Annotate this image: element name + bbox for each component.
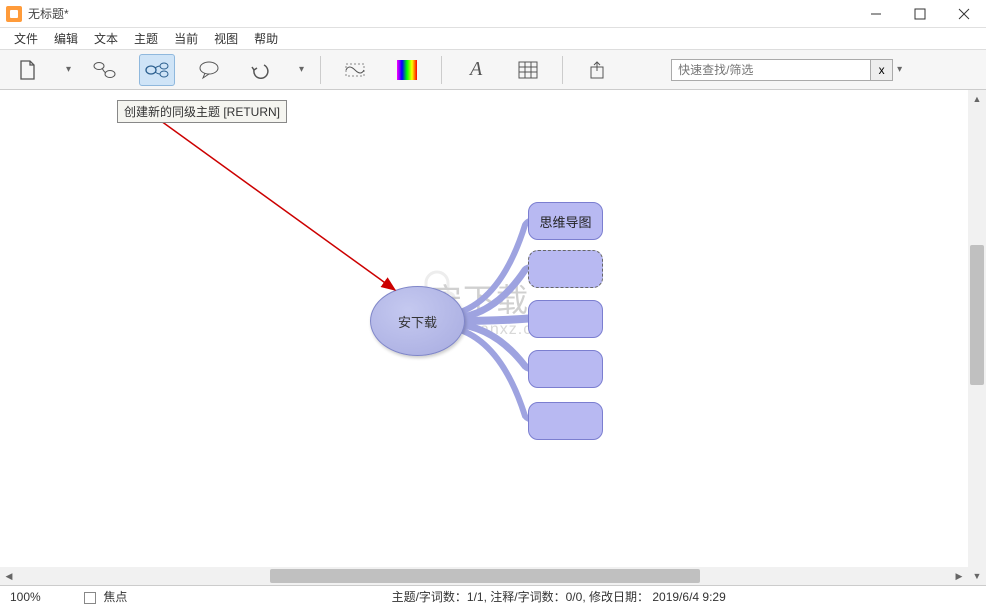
table-button[interactable] (510, 54, 546, 86)
callout-button[interactable] (191, 54, 227, 86)
scroll-up-icon[interactable]: ▲ (968, 90, 986, 108)
scrollbar-thumb[interactable] (270, 569, 700, 583)
scroll-down-icon[interactable]: ▼ (968, 567, 986, 585)
horizontal-scrollbar[interactable]: ◀ ▶ (0, 567, 968, 585)
share-button[interactable] (579, 54, 615, 86)
search-input[interactable] (671, 59, 871, 81)
mindmap-child-node[interactable] (528, 402, 603, 440)
menu-topic[interactable]: 主题 (126, 28, 166, 49)
new-sibling-topic-button[interactable] (139, 54, 175, 86)
color-button[interactable] (389, 54, 425, 86)
clear-search-button[interactable]: x (871, 59, 893, 81)
status-bar: 100% 焦点 主题/字词数：1/1, 注释/字词数：0/0, 修改日期： 20… (0, 585, 986, 607)
chevron-down-icon[interactable]: ▾ (299, 64, 304, 75)
checkbox-icon[interactable] (84, 592, 96, 604)
close-button[interactable] (942, 0, 986, 28)
title-bar: 无标题* (0, 0, 986, 28)
new-child-topic-button[interactable] (87, 54, 123, 86)
mindmap-root-node[interactable]: 安下载 (370, 286, 465, 356)
menu-current[interactable]: 当前 (166, 28, 206, 49)
toolbar: ▾ ▾ A x ▾ (0, 50, 986, 90)
scroll-right-icon[interactable]: ▶ (950, 567, 968, 585)
font-button[interactable]: A (458, 54, 494, 86)
minimize-button[interactable] (854, 0, 898, 28)
menu-help[interactable]: 帮助 (246, 28, 286, 49)
search-box: x ▾ (671, 59, 902, 81)
menu-text[interactable]: 文本 (86, 28, 126, 49)
chevron-down-icon[interactable]: ▾ (897, 64, 902, 75)
vertical-scrollbar[interactable]: ▲ ▼ (968, 90, 986, 585)
undo-button[interactable] (243, 54, 279, 86)
maximize-button[interactable] (898, 0, 942, 28)
app-icon (6, 6, 22, 22)
canvas-area[interactable]: 创建新的同级主题 [RETURN] 安下载 anxz.com 安下载 思维导图 … (0, 90, 986, 585)
scrollbar-thumb[interactable] (970, 245, 984, 385)
mindmap-child-node[interactable] (528, 250, 603, 288)
mindmap-child-node[interactable]: 思维导图 (528, 202, 603, 240)
mindmap-child-node[interactable] (528, 300, 603, 338)
menu-bar: 文件 编辑 文本 主题 当前 视图 帮助 (0, 28, 986, 50)
toolbar-separator (320, 56, 321, 84)
toolbar-separator (441, 56, 442, 84)
window-title: 无标题* (28, 5, 69, 22)
focus-label: 焦点 (103, 590, 127, 604)
menu-file[interactable]: 文件 (6, 28, 46, 49)
tooltip: 创建新的同级主题 [RETURN] (117, 100, 287, 123)
focus-toggle[interactable]: 焦点 (84, 588, 127, 605)
toolbar-separator (562, 56, 563, 84)
new-document-button[interactable] (10, 54, 46, 86)
zoom-level[interactable]: 100% (10, 590, 70, 604)
annotation-arrow (0, 90, 986, 585)
chevron-down-icon[interactable]: ▾ (66, 64, 71, 75)
menu-edit[interactable]: 编辑 (46, 28, 86, 49)
mindmap-connectors (0, 90, 986, 585)
menu-view[interactable]: 视图 (206, 28, 246, 49)
status-info: 主题/字词数：1/1, 注释/字词数：0/0, 修改日期： 2019/6/4 9… (141, 588, 976, 605)
scroll-left-icon[interactable]: ◀ (0, 567, 18, 585)
boundary-button[interactable] (337, 54, 373, 86)
mindmap-child-node[interactable] (528, 350, 603, 388)
